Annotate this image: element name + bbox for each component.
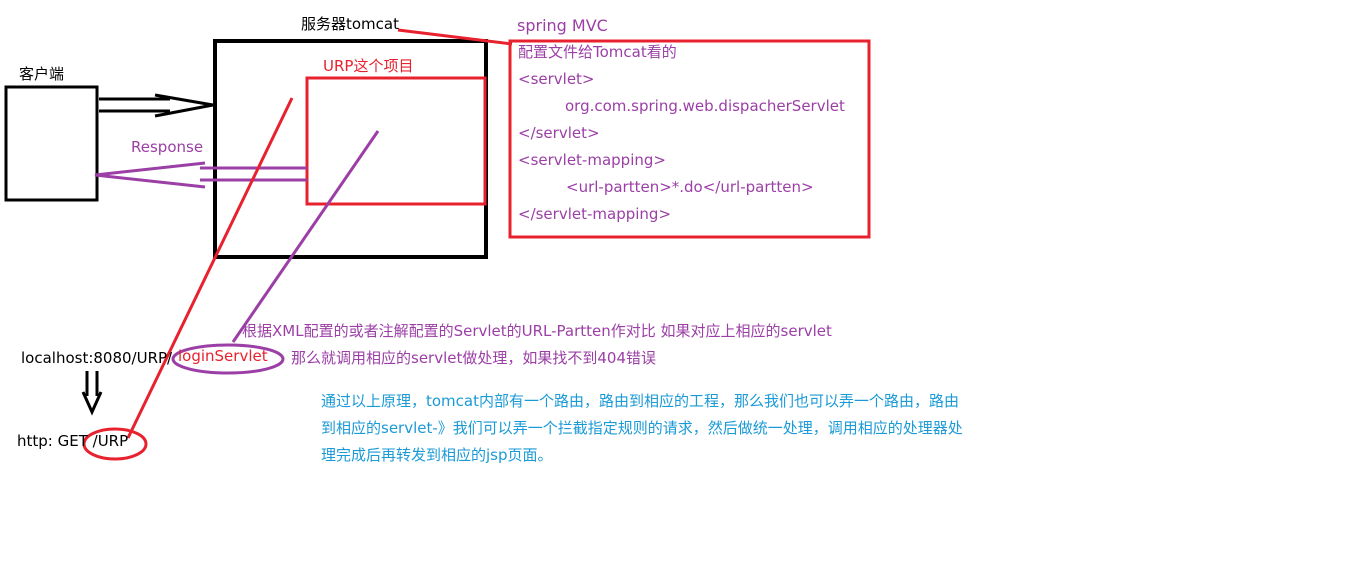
- principle-line1: 通过以上原理，tomcat内部有一个路由，路由到相应的工程，那么我们也可以弄一个…: [321, 392, 959, 410]
- config-line: org.com.spring.web.dispacherServlet: [565, 97, 845, 115]
- principle-line3: 理完成后再转发到相应的jsp页面。: [321, 446, 553, 464]
- config-line: </servlet>: [518, 124, 600, 142]
- client-box: [4, 85, 99, 202]
- config-line: <servlet>: [518, 70, 595, 88]
- server-label: 服务器tomcat: [301, 15, 399, 33]
- response-arrow: [94, 161, 307, 189]
- config-title: spring MVC: [517, 16, 608, 35]
- http-get-label: http: GET /URP: [17, 432, 129, 450]
- project-label: URP这个项目: [323, 57, 414, 75]
- down-arrow: [81, 371, 103, 416]
- config-line: </servlet-mapping>: [518, 205, 672, 223]
- request-arrow: [99, 93, 214, 118]
- compare-note-line1: 根据XML配置的或者注解配置的Servlet的URL-Partten作对比 如果…: [242, 322, 832, 340]
- project-box: [305, 76, 487, 206]
- compare-note-line2: 那么就调用相应的servlet做处理，如果找不到404错误: [291, 349, 656, 367]
- diagram-canvas: 服务器tomcat 客户端 URP这个项目 Response spring MV…: [0, 0, 1360, 586]
- response-label: Response: [131, 138, 204, 156]
- diagram-shapes: [4, 28, 871, 461]
- config-line: <servlet-mapping>: [518, 151, 666, 169]
- login-servlet-label: loginServlet: [178, 347, 268, 365]
- client-label: 客户端: [19, 65, 65, 83]
- principle-line2: 到相应的servlet-》我们可以弄一个拦截指定规则的请求，然后做统一处理，调用…: [321, 419, 963, 437]
- localhost-url: localhost:8080/URP/: [21, 349, 173, 367]
- config-line: <url-partten>*.do</url-partten>: [566, 178, 814, 196]
- config-line: 配置文件给Tomcat看的: [518, 43, 677, 61]
